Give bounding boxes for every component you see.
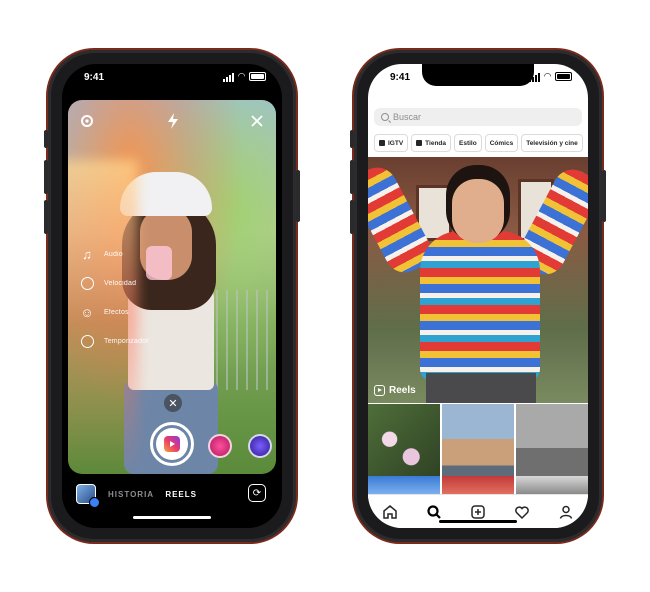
battery-icon bbox=[249, 72, 266, 81]
phone-explore: 9:41 ◠ Buscar IGTV Tienda Estilo Cómics … bbox=[350, 50, 606, 542]
featured-reel[interactable]: Reels bbox=[368, 157, 588, 403]
battery-icon bbox=[555, 72, 572, 81]
close-icon[interactable] bbox=[248, 112, 266, 130]
reels-tag: Reels bbox=[374, 385, 416, 396]
status-bar: 9:41 ◠ bbox=[368, 70, 588, 86]
home-icon[interactable] bbox=[380, 502, 400, 522]
wifi-icon: ◠ bbox=[544, 71, 551, 81]
reels-logo-icon bbox=[164, 436, 180, 452]
music-note-icon: ♫ bbox=[82, 247, 92, 262]
create-post-icon[interactable] bbox=[468, 502, 488, 522]
striped-sweater bbox=[420, 231, 540, 381]
home-indicator bbox=[133, 516, 211, 519]
effect-glitter[interactable] bbox=[208, 434, 232, 458]
search-icon bbox=[381, 113, 389, 121]
explore-screen: 9:41 ◠ Buscar IGTV Tienda Estilo Cómics … bbox=[368, 64, 588, 528]
perfume-bottle bbox=[146, 246, 172, 280]
reels-label: Reels bbox=[389, 385, 416, 396]
activity-heart-icon[interactable] bbox=[512, 502, 532, 522]
gallery-badge bbox=[89, 497, 100, 508]
camera-viewfinder[interactable]: ♫ Audio Velocidad ☺ Efectos Temporizador… bbox=[68, 100, 276, 474]
menu-item-label: Audio bbox=[104, 251, 123, 258]
settings-gear-icon[interactable] bbox=[78, 112, 96, 130]
pants bbox=[426, 373, 536, 403]
chip-style[interactable]: Estilo bbox=[454, 134, 482, 152]
wifi-icon: ◠ bbox=[238, 71, 245, 81]
shop-bag-icon bbox=[416, 140, 423, 146]
person-head bbox=[452, 179, 504, 243]
profile-icon[interactable] bbox=[556, 502, 576, 522]
grid-tile[interactable] bbox=[516, 476, 588, 494]
mode-reels[interactable]: REELS bbox=[165, 490, 197, 499]
chip-tv-film[interactable]: Televisión y cine bbox=[521, 134, 583, 152]
menu-item-label: Efectos bbox=[104, 309, 129, 316]
status-time: 9:41 bbox=[390, 72, 411, 83]
grid-tile[interactable] bbox=[368, 476, 440, 494]
chip-igtv[interactable]: IGTV bbox=[374, 134, 409, 152]
search-icon[interactable] bbox=[424, 502, 444, 522]
flash-icon[interactable] bbox=[164, 112, 182, 130]
menu-item-label: Velocidad bbox=[104, 280, 137, 287]
chip-label: Cómics bbox=[489, 139, 514, 147]
home-indicator bbox=[439, 520, 517, 523]
menu-item-timer[interactable]: Temporizador bbox=[78, 327, 149, 356]
gallery-thumbnail[interactable] bbox=[76, 484, 100, 508]
search-placeholder: Buscar bbox=[393, 112, 422, 122]
camera-tools-menu: ♫ Audio Velocidad ☺ Efectos Temporizador bbox=[78, 240, 149, 356]
record-button[interactable] bbox=[150, 422, 194, 466]
reels-icon bbox=[374, 385, 385, 396]
effects-smile-icon: ☺ bbox=[80, 305, 94, 320]
flip-camera-icon[interactable]: ⟳ bbox=[248, 484, 266, 502]
menu-item-label: Temporizador bbox=[104, 338, 149, 345]
menu-item-speed[interactable]: Velocidad bbox=[78, 269, 149, 298]
search-bar[interactable]: Buscar bbox=[374, 108, 582, 126]
effect-blue-orb[interactable] bbox=[248, 434, 272, 458]
signal-icon bbox=[223, 72, 235, 82]
chip-label: Televisión y cine bbox=[526, 139, 578, 147]
explore-grid-row-2 bbox=[368, 476, 588, 494]
phone-camera: 9:41 ◠ ♫ Audio Velocidad ☺ Efectos Tempo… bbox=[44, 50, 300, 542]
chip-shop[interactable]: Tienda bbox=[411, 134, 452, 152]
signal-icon bbox=[529, 72, 541, 82]
status-time: 9:41 bbox=[84, 72, 105, 83]
chip-label: Estilo bbox=[459, 139, 477, 147]
timer-icon bbox=[78, 333, 96, 351]
mode-story[interactable]: HISTORIA bbox=[108, 490, 154, 499]
camera-footer: HISTORIA REELS ⟳ bbox=[62, 484, 282, 508]
menu-item-audio[interactable]: ♫ Audio bbox=[78, 240, 149, 269]
topic-chips: IGTV Tienda Estilo Cómics Televisión y c… bbox=[374, 134, 588, 152]
camera-screen: 9:41 ◠ ♫ Audio Velocidad ☺ Efectos Tempo… bbox=[62, 64, 282, 528]
speed-icon bbox=[78, 275, 96, 293]
status-bar: 9:41 ◠ bbox=[62, 70, 282, 86]
fence-background bbox=[216, 290, 276, 390]
chip-label: IGTV bbox=[388, 139, 404, 147]
menu-item-effects[interactable]: ☺ Efectos bbox=[78, 298, 149, 327]
grid-tile[interactable] bbox=[442, 476, 514, 494]
chip-label: Tienda bbox=[425, 139, 447, 147]
mode-switcher: HISTORIA REELS bbox=[108, 490, 197, 499]
remove-effect-icon[interactable]: ✕ bbox=[164, 394, 182, 412]
tv-icon bbox=[379, 140, 385, 146]
chip-comics[interactable]: Cómics bbox=[484, 134, 519, 152]
